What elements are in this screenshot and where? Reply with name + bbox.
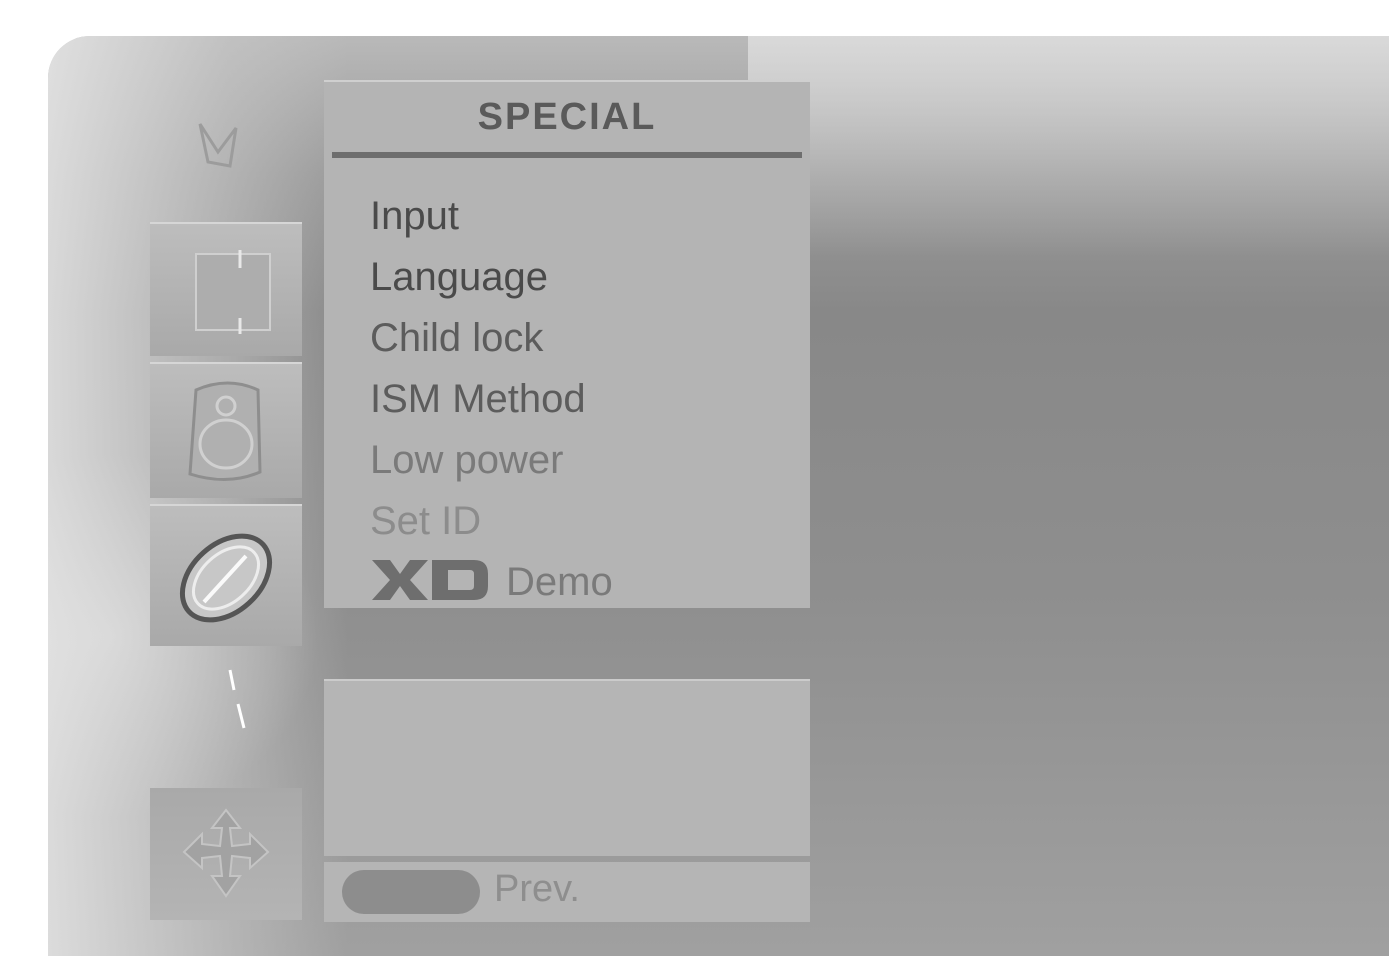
- xd-logo: [372, 560, 488, 601]
- audio-icon[interactable]: [150, 362, 302, 498]
- menu-item-low-power[interactable]: Low power: [370, 430, 613, 491]
- menu-list: Input Language Child lock ISM Method Low…: [370, 186, 613, 613]
- title-divider: [332, 152, 802, 158]
- menu-item-child-lock[interactable]: Child lock: [370, 308, 613, 369]
- special-menu: SPECIAL Input Language Child lock ISM Me…: [324, 80, 810, 608]
- menu-item-xd-demo[interactable]: Demo: [370, 552, 613, 613]
- menu-title: SPECIAL: [477, 96, 657, 138]
- menu-item-set-id[interactable]: Set ID: [370, 491, 613, 552]
- screen-icon[interactable]: [150, 222, 302, 356]
- special-icon[interactable]: [150, 788, 302, 920]
- option-icon[interactable]: [208, 662, 268, 742]
- osd-screen: SPECIAL Input Language Child lock ISM Me…: [48, 36, 1389, 956]
- tv-icon[interactable]: [178, 104, 268, 194]
- menu-item-input[interactable]: Input: [370, 186, 613, 247]
- footer-bar: Prev.: [324, 862, 810, 922]
- menu-item-ism-method[interactable]: ISM Method: [370, 369, 613, 430]
- menu-item-language[interactable]: Language: [370, 247, 613, 308]
- menu-key-icon[interactable]: [342, 870, 480, 914]
- prev-label: Prev.: [494, 868, 580, 910]
- time-icon[interactable]: [150, 504, 302, 646]
- info-panel: [324, 679, 810, 856]
